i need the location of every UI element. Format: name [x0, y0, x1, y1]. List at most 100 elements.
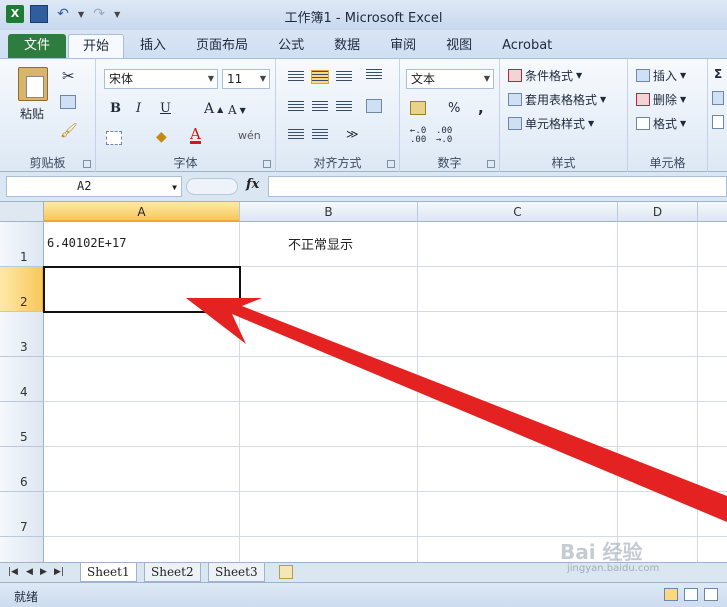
worksheet-grid: A B C D 1 2 3 4 5 6 7 6.40102E+17 不正常显示: [0, 202, 727, 562]
insert-function-icon[interactable]: fx: [246, 177, 259, 192]
phonetic-icon[interactable]: wén: [238, 129, 261, 142]
name-box[interactable]: A2 ▼: [6, 176, 182, 197]
next-sheet-icon[interactable]: ▶: [40, 567, 47, 577]
page-layout-view-icon[interactable]: [684, 588, 698, 601]
styles-group-label: 样式: [551, 156, 576, 170]
orientation-icon[interactable]: [366, 69, 382, 81]
name-box-value: A2: [77, 179, 92, 193]
sheet-tab-3[interactable]: Sheet3: [208, 563, 265, 582]
format-cells-button[interactable]: 格式 ▼: [636, 115, 686, 132]
page-break-view-icon[interactable]: [704, 588, 718, 601]
merge-center-icon[interactable]: [366, 99, 382, 113]
tab-acrobat[interactable]: Acrobat: [488, 34, 566, 58]
formula-bar: A2 ▼ fx: [0, 172, 727, 202]
status-bar: 就绪: [0, 582, 727, 607]
font-group: 宋体 ▼ 11 ▼ B I U A ▲ A ▼ ◆ A wén 字体: [96, 59, 276, 173]
number-group-label: 数字: [437, 156, 462, 170]
font-name-value: 宋体: [109, 72, 134, 86]
delete-cells-button[interactable]: 删除 ▼: [636, 91, 686, 108]
italic-button[interactable]: I: [136, 101, 141, 116]
increase-decimal-icon[interactable]: ←.0.00: [410, 127, 426, 145]
formula-controls: [186, 178, 238, 195]
align-right-icon[interactable]: [336, 101, 352, 113]
format-cells-label: 格式: [653, 117, 678, 131]
tab-home[interactable]: 开始: [68, 34, 125, 58]
clear-icon[interactable]: [712, 115, 724, 129]
borders-icon[interactable]: [106, 131, 122, 145]
comma-button[interactable]: ,: [478, 99, 484, 117]
first-sheet-icon[interactable]: |◀: [8, 567, 18, 577]
cells-group: 插入 ▼ 删除 ▼ 格式 ▼ 单元格: [628, 59, 708, 173]
ribbon: 粘贴 ✂ 🖌 剪贴板 宋体 ▼ 11 ▼ B I U A ▲ A ▼ ◆ A wén 字…: [0, 58, 727, 173]
shrink-font-icon[interactable]: A ▼: [228, 103, 246, 117]
decrease-decimal-icon[interactable]: .00 →.0: [436, 127, 452, 145]
format-as-table-button[interactable]: 套用表格格式 ▼: [508, 91, 606, 108]
tab-view[interactable]: 视图: [432, 34, 486, 58]
autosum-icon[interactable]: Σ: [714, 67, 722, 81]
fill-icon[interactable]: [712, 91, 724, 105]
formula-input[interactable]: [268, 176, 727, 197]
number-launcher-icon[interactable]: [487, 160, 495, 168]
fill-color-icon[interactable]: ◆: [156, 129, 167, 145]
tab-insert[interactable]: 插入: [126, 34, 180, 58]
red-annotation-arrow: [186, 298, 727, 522]
font-color-icon[interactable]: A: [190, 127, 201, 144]
font-launcher-icon[interactable]: [263, 160, 271, 168]
format-as-table-label: 套用表格格式: [525, 93, 598, 107]
copy-icon[interactable]: [60, 95, 76, 109]
bold-button[interactable]: B: [110, 101, 121, 116]
wrap-text-icon[interactable]: ≫: [346, 127, 359, 141]
insert-cells-button[interactable]: 插入 ▼: [636, 67, 686, 84]
ribbon-tabs: 文件 开始 插入 页面布局 公式 数据 审阅 视图 Acrobat: [0, 30, 727, 58]
font-name-combo[interactable]: 宋体 ▼: [104, 69, 218, 89]
title-bar: X ↶ ▼ ↷ ▼ 工作簿1 - Microsoft Excel: [0, 0, 727, 30]
prev-sheet-icon[interactable]: ◀: [26, 567, 33, 577]
clipboard-launcher-icon[interactable]: [83, 160, 91, 168]
align-center-icon[interactable]: [312, 101, 328, 113]
chevron-down-icon: ▼: [483, 74, 490, 83]
sheet-tab-1[interactable]: Sheet1: [80, 563, 137, 582]
percent-button[interactable]: %: [448, 101, 460, 116]
cell-styles-button[interactable]: 单元格样式 ▼: [508, 115, 594, 132]
cut-icon[interactable]: ✂: [62, 67, 75, 85]
normal-view-icon[interactable]: [664, 588, 678, 601]
increase-indent-icon[interactable]: [312, 129, 328, 141]
tab-review[interactable]: 审阅: [376, 34, 430, 58]
decrease-indent-icon[interactable]: [288, 129, 304, 141]
tab-formulas[interactable]: 公式: [264, 34, 318, 58]
clipboard-group: 粘贴 ✂ 🖌 剪贴板: [0, 59, 96, 173]
window-title: 工作簿1 - Microsoft Excel: [284, 11, 443, 26]
align-top-icon[interactable]: [288, 71, 304, 83]
alignment-launcher-icon[interactable]: [387, 160, 395, 168]
chevron-down-icon: ▼: [259, 74, 266, 83]
grow-font-icon[interactable]: A ▲: [204, 101, 223, 117]
font-size-combo[interactable]: 11 ▼: [222, 69, 270, 89]
tab-data[interactable]: 数据: [320, 34, 374, 58]
align-bottom-icon[interactable]: [336, 71, 352, 83]
underline-button[interactable]: U: [160, 101, 171, 116]
align-middle-icon[interactable]: [311, 70, 329, 84]
insert-sheet-icon[interactable]: [279, 565, 293, 579]
paste-button[interactable]: 粘贴: [20, 105, 44, 122]
cell-styles-label: 单元格样式: [525, 117, 586, 131]
chevron-down-icon: ▼: [207, 74, 214, 83]
number-format-value: 文本: [411, 72, 436, 86]
alignment-group-label: 对齐方式: [313, 156, 362, 170]
format-painter-icon[interactable]: 🖌: [60, 123, 78, 139]
delete-cells-label: 删除: [653, 93, 678, 107]
currency-icon[interactable]: [410, 101, 426, 115]
paste-icon[interactable]: [18, 67, 48, 101]
clipboard-group-label: 剪贴板: [29, 156, 66, 170]
sheet-tab-2[interactable]: Sheet2: [144, 563, 201, 582]
alignment-group: ≫ 对齐方式: [276, 59, 400, 173]
conditional-format-button[interactable]: 条件格式 ▼: [508, 67, 582, 84]
number-group: 文本 ▼ % , ←.0.00 .00 →.0 数字: [400, 59, 500, 173]
number-format-combo[interactable]: 文本 ▼: [406, 69, 494, 89]
cells-group-label: 单元格: [649, 156, 686, 170]
tab-file[interactable]: 文件: [8, 34, 67, 58]
align-left-icon[interactable]: [288, 101, 304, 113]
tab-page-layout[interactable]: 页面布局: [182, 34, 262, 58]
watermark-brand: Bai 经验: [560, 540, 643, 564]
last-sheet-icon[interactable]: ▶|: [54, 567, 64, 577]
font-size-value: 11: [227, 72, 243, 86]
